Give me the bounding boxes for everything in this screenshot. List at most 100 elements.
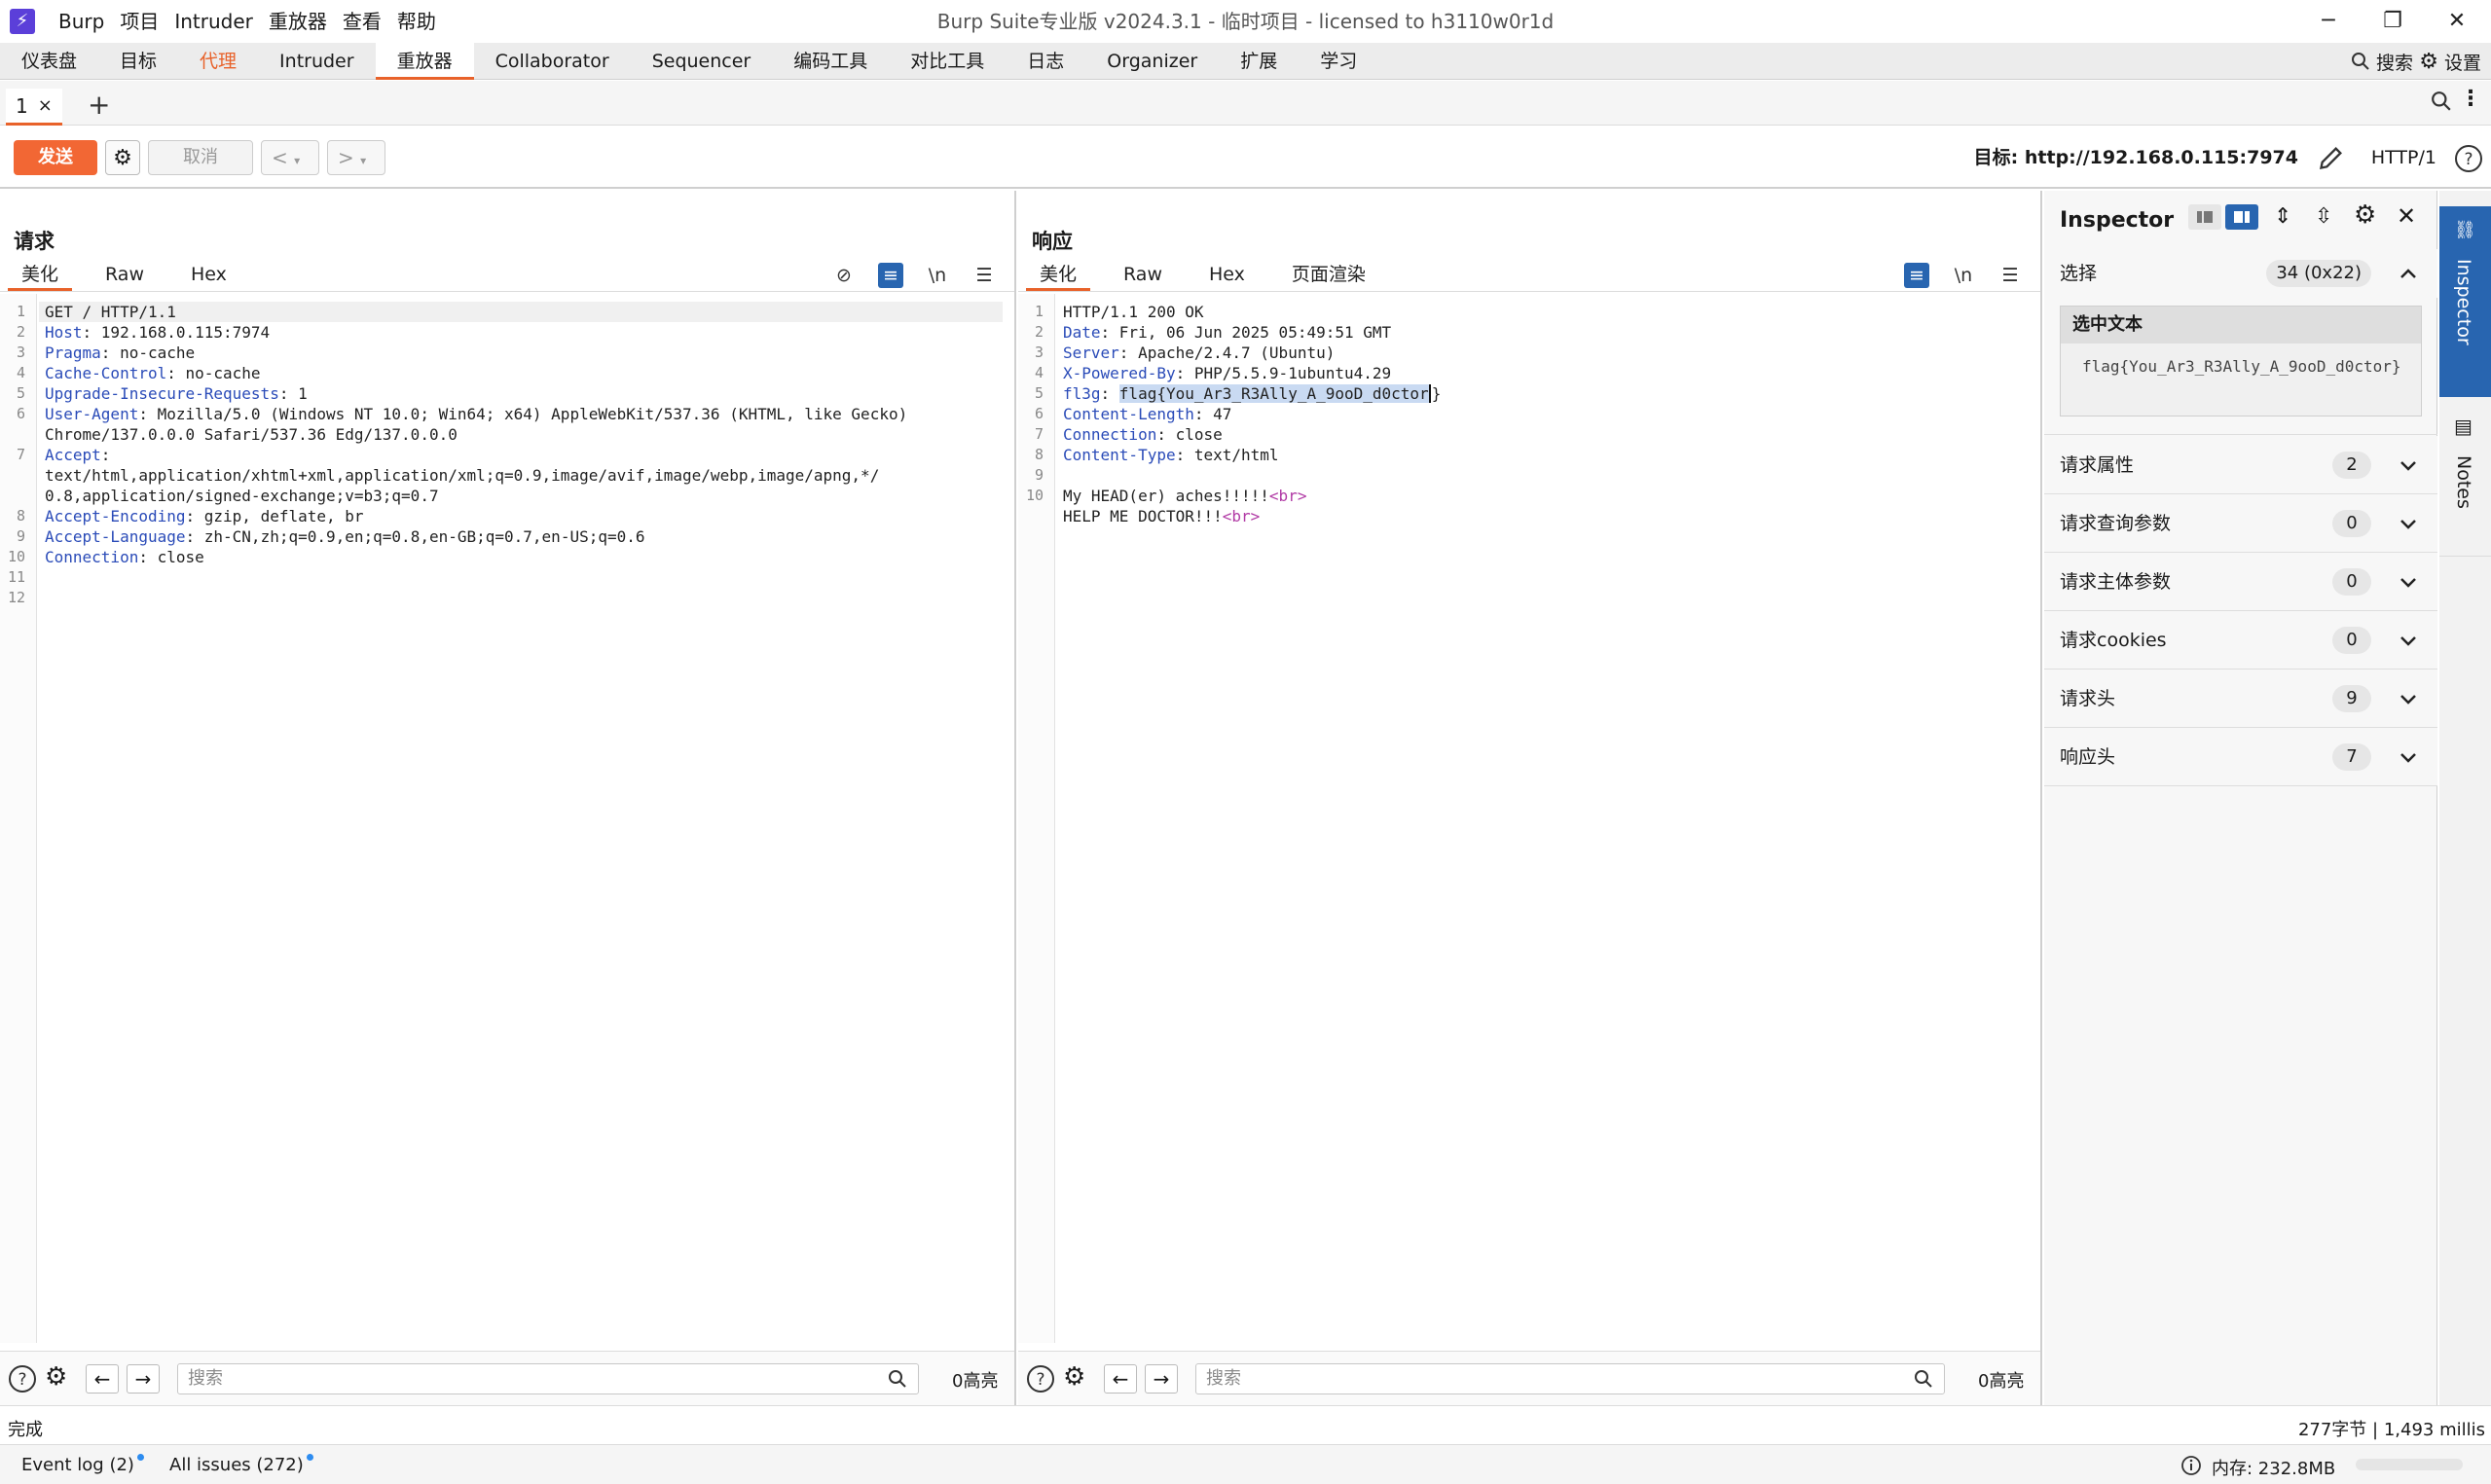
close-window-icon[interactable]: ✕ [2426,0,2488,43]
help-icon[interactable]: ? [8,1364,37,1394]
more-options-icon[interactable]: ⋮ [2460,87,2481,111]
rail-inspector-tab[interactable]: ⛓ Inspector [2439,206,2491,397]
history-back-button[interactable]: < ▾ [261,140,319,175]
tab-decoder[interactable]: 编码工具 [772,43,889,80]
inspector-settings-gear-icon[interactable]: ⚙ [2354,200,2376,230]
search-previous-icon[interactable]: ← [86,1364,119,1394]
inspector-layout-left-button[interactable] [2188,204,2221,230]
chevron-down-icon[interactable] [2397,453,2420,477]
menu-icon[interactable]: ☰ [971,263,997,288]
tab-extensions[interactable]: 扩展 [1219,43,1299,80]
chevron-down-icon[interactable] [2397,745,2420,769]
response-tab-hex[interactable]: Hex [1195,260,1259,291]
tab-search-icon[interactable] [2431,90,2452,117]
request-search-input[interactable]: 搜索 [177,1363,919,1394]
all-issues-link[interactable]: All issues (272) [169,1454,313,1475]
search-next-icon[interactable]: → [1145,1364,1178,1394]
tab-sequencer[interactable]: Sequencer [631,43,773,80]
tab-dashboard[interactable]: 仪表盘 [0,43,98,80]
chevron-down-icon[interactable] [2397,687,2420,710]
response-tab-raw[interactable]: Raw [1110,260,1176,291]
tab-proxy[interactable]: 代理 [178,43,258,80]
tab-repeater[interactable]: 重放器 [375,42,474,80]
code-line: 2 Date: Fri, 06 Jun 2025 05:49:51 GMT [1018,322,2040,343]
selected-flag-text[interactable]: flag{You_Ar3_R3Ally_A_9ooD_d0ctor [1118,384,1429,403]
tab-intruder[interactable]: Intruder [258,43,376,80]
chevron-down-icon[interactable] [2397,570,2420,594]
restore-icon[interactable]: ❐ [2362,0,2424,43]
code-line: 9 [1018,465,2040,486]
response-footer: ? ⚙ ← → 搜索 0高亮 [1018,1351,2040,1405]
wrap-lines-icon[interactable]: ≡ [1904,263,1929,288]
chevron-up-icon[interactable] [2397,263,2420,286]
minimize-icon[interactable]: ─ [2297,0,2360,43]
response-tab-pretty[interactable]: 美化 [1026,260,1091,291]
menu-view[interactable]: 查看 [343,0,397,43]
http-version-toggle[interactable]: HTTP/1 [2371,140,2436,175]
header-name: fl3g [1063,384,1101,403]
info-icon[interactable] [2180,1455,2202,1476]
help-icon[interactable]: ? [1026,1364,1055,1394]
tab-organizer[interactable]: Organizer [1085,43,1219,80]
search-previous-icon[interactable]: ← [1104,1364,1137,1394]
tab-collaborator[interactable]: Collaborator [474,43,631,80]
menu-project[interactable]: 项目 [120,0,174,43]
request-tab-pretty[interactable]: 美化 [8,260,73,291]
tab-logger[interactable]: 日志 [1006,43,1085,80]
menu-icon[interactable]: ☰ [1997,263,2023,288]
inspector-section-row[interactable]: 响应头 7 [2044,728,2437,786]
code-text: Content-Length: 47 [1063,405,1232,423]
menu-repeater[interactable]: 重放器 [269,0,343,43]
chevron-down-icon[interactable] [2397,629,2420,652]
request-tab-raw[interactable]: Raw [92,260,158,291]
inspector-selection-row[interactable]: 选择 34 (0x22) [2044,249,2437,298]
inspector-section-row[interactable]: 请求查询参数 0 [2044,494,2437,553]
inspector-section-row[interactable]: 请求属性 2 [2044,436,2437,494]
rail-notes-tab[interactable]: ▤ Notes [2439,401,2491,557]
close-inspector-icon[interactable]: ✕ [2397,202,2416,230]
hide-non-printable-icon[interactable]: ⊘ [831,263,857,288]
help-icon[interactable]: ? [2454,144,2483,178]
menu-intruder[interactable]: Intruder [174,0,269,43]
collapse-all-icon[interactable]: ⇳ [2315,204,2332,229]
inspector-layout-right-button[interactable] [2225,204,2258,230]
wrap-lines-icon[interactable]: ≡ [878,263,903,288]
show-newlines-icon[interactable]: \n [1951,263,1976,288]
line-number: 9 [16,527,25,545]
global-search-button[interactable]: 搜索 [2351,43,2413,80]
repeater-tab-1[interactable]: 1 × [6,89,62,126]
cancel-button[interactable]: 取消 [148,140,253,175]
request-settings-icon[interactable]: ⚙ [105,140,140,175]
inspector-section-row[interactable]: 请求头 9 [2044,670,2437,728]
history-forward-button[interactable]: > ▾ [327,140,385,175]
show-newlines-icon[interactable]: \n [925,263,950,288]
response-panel: 响应 美化 Raw Hex 页面渲染 ≡ \n ☰ 1 HTTP/1.1 200 … [1018,191,2042,1405]
chevron-down-icon[interactable] [2397,512,2420,535]
line-number: 7 [1034,425,1044,443]
search-settings-gear-icon[interactable]: ⚙ [45,1362,67,1392]
tab-target[interactable]: 目标 [98,43,178,80]
menu-help[interactable]: 帮助 [397,0,452,43]
search-settings-gear-icon[interactable]: ⚙ [1063,1362,1085,1392]
response-search-input[interactable]: 搜索 [1195,1363,1945,1394]
menu-burp[interactable]: Burp [58,0,120,43]
line-number: 3 [16,344,25,361]
event-log-link[interactable]: Event log (2) [21,1454,144,1475]
global-settings-button[interactable]: ⚙ 设置 [2419,43,2481,80]
search-next-icon[interactable]: → [127,1364,160,1394]
inspector-section-row[interactable]: 请求主体参数 0 [2044,553,2437,611]
edit-target-icon[interactable] [2318,144,2345,176]
inspector-section-row[interactable]: 请求cookies 0 [2044,611,2437,670]
response-editor[interactable]: 1 HTTP/1.1 200 OK 2 Date: Fri, 06 Jun 2025 … [1018,294,2040,1343]
header-name: Content-Type [1063,446,1176,464]
request-tab-hex[interactable]: Hex [177,260,240,291]
response-tab-render[interactable]: 页面渲染 [1278,260,1379,291]
expand-all-icon[interactable]: ⇕ [2274,204,2291,229]
close-tab-icon[interactable]: × [38,95,53,116]
request-editor[interactable]: 1 GET / HTTP/1.1 2 Host: 192.168.0.115:7974… [0,294,1014,1343]
tab-learn[interactable]: 学习 [1299,43,1378,80]
send-button[interactable]: 发送 [14,140,97,175]
add-tab-icon[interactable]: + [88,89,110,121]
tab-comparer[interactable]: 对比工具 [889,43,1006,80]
selected-text-value[interactable]: flag{You_Ar3_R3Ally_A_9ooD_d0ctor} [2082,357,2423,377]
